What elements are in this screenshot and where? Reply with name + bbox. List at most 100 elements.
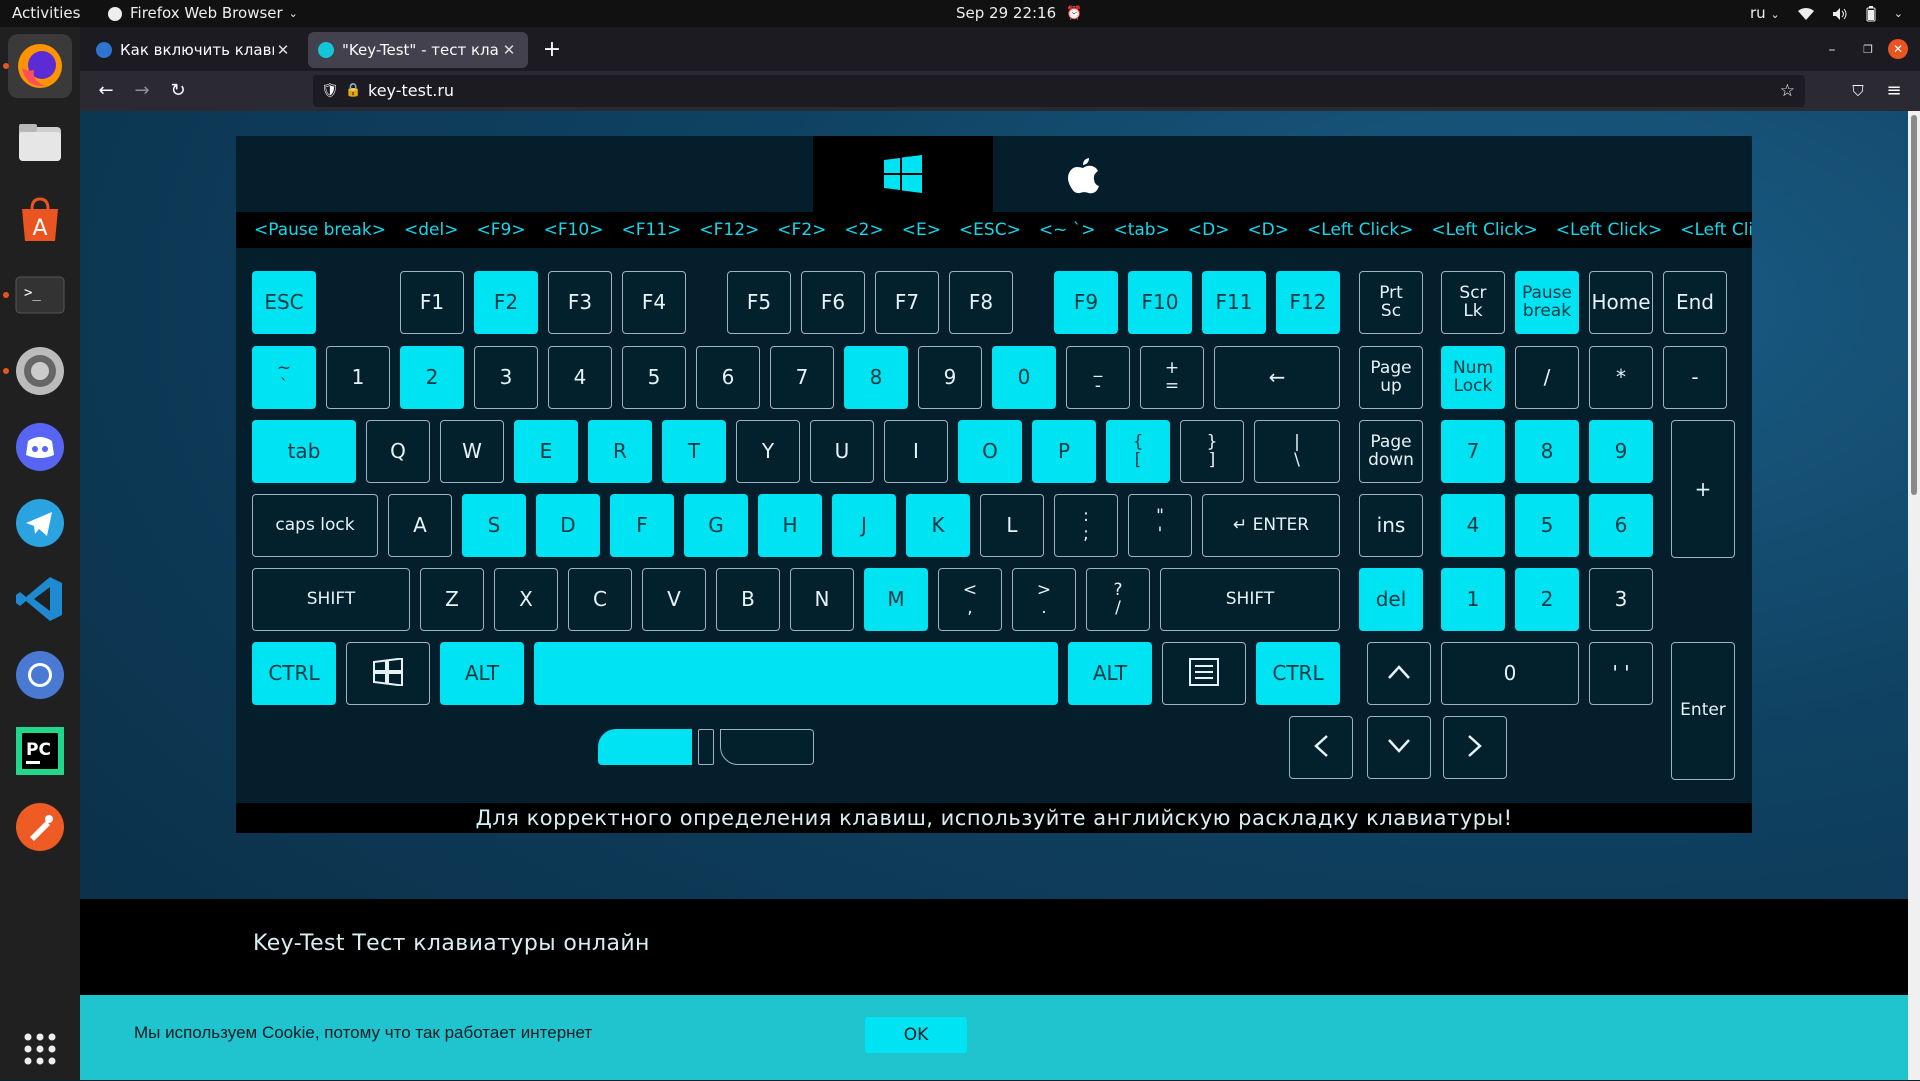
key-e[interactable]: E [514,420,578,483]
key-np8[interactable]: 8 [1515,420,1579,483]
key-f8[interactable]: F8 [949,271,1013,334]
key-npsub[interactable]: - [1663,346,1727,409]
key-t[interactable]: T [662,420,726,483]
key-space[interactable] [534,642,1058,705]
key-k9[interactable]: 9 [918,346,982,409]
key-equal[interactable]: + = [1140,346,1204,409]
key-rbrace[interactable]: } ] [1180,420,1244,483]
dock-app-center[interactable]: A [8,187,72,251]
key-k1[interactable]: 1 [326,346,390,409]
key-home[interactable]: Home [1589,271,1653,334]
key-f[interactable]: F [610,494,674,557]
lock-icon[interactable]: 🔒 [345,75,361,107]
tab-key-test[interactable]: "Key-Test" - тест клавиатуры ✕ [308,32,528,68]
key-win[interactable] [346,642,430,705]
key-rctrl[interactable]: CTRL [1256,642,1340,705]
key-w[interactable]: W [440,420,504,483]
key-prtsc[interactable]: Prt Sc [1359,271,1423,334]
key-quote[interactable]: " ' [1128,494,1192,557]
key-f5[interactable]: F5 [727,271,791,334]
key-pause[interactable]: Pause break [1515,271,1579,334]
key-backslash[interactable]: | \ [1254,420,1340,483]
key-i[interactable]: I [884,420,948,483]
app-menu[interactable]: Firefox Web Browser ⌄ [108,0,298,27]
forward-arrow-icon[interactable]: → [126,75,158,107]
key-del[interactable]: del [1359,568,1423,631]
key-pgup[interactable]: Page up [1359,346,1423,409]
key-enter[interactable]: ↵ ENTER [1202,494,1340,557]
key-f6[interactable]: F6 [801,271,865,334]
activities-button[interactable]: Activities [12,0,80,27]
page-scrollbar[interactable] [1908,111,1920,1080]
key-f12[interactable]: F12 [1276,271,1340,334]
key-np7[interactable]: 7 [1441,420,1505,483]
key-tilde[interactable]: ~ ` [252,346,316,409]
key-z[interactable]: Z [420,568,484,631]
key-g[interactable]: G [684,494,748,557]
tab-mac-layout[interactable] [993,136,1173,212]
pocket-icon[interactable]: ⛉ [1842,75,1874,107]
dock-pycharm[interactable]: PC [8,719,72,783]
key-x[interactable]: X [494,568,558,631]
key-npenter[interactable]: Enter [1671,642,1735,780]
key-npdot[interactable]: ' ' [1589,642,1653,705]
key-k[interactable]: K [906,494,970,557]
dock-settings[interactable] [8,339,72,403]
key-lshift[interactable]: SHIFT [252,568,410,631]
key-down[interactable] [1367,716,1431,779]
key-rshift[interactable]: SHIFT [1160,568,1340,631]
dock-chromium[interactable] [8,643,72,707]
key-k0[interactable]: 0 [992,346,1056,409]
key-f9[interactable]: F9 [1054,271,1118,334]
dock-postman[interactable] [8,795,72,859]
key-tab[interactable]: tab [252,420,356,483]
key-k7[interactable]: 7 [770,346,834,409]
key-lalt[interactable]: ALT [440,642,524,705]
key-npdiv[interactable]: / [1515,346,1579,409]
restore-window-icon[interactable]: ❐ [1856,34,1880,66]
key-np9[interactable]: 9 [1589,420,1653,483]
key-np3[interactable]: 3 [1589,568,1653,631]
key-np2[interactable]: 2 [1515,568,1579,631]
key-f2[interactable]: F2 [474,271,538,334]
dock-telegram[interactable] [8,491,72,555]
key-up[interactable] [1367,642,1431,705]
dock-show-apps[interactable] [8,1017,72,1081]
key-v[interactable]: V [642,568,706,631]
key-k5[interactable]: 5 [622,346,686,409]
key-f4[interactable]: F4 [622,271,686,334]
clock[interactable]: Sep 29 22:16 ⏰ [956,0,1082,27]
key-numlock[interactable]: Num Lock [1441,346,1505,409]
key-a[interactable]: A [388,494,452,557]
key-l[interactable]: L [980,494,1044,557]
key-f7[interactable]: F7 [875,271,939,334]
tracking-protection-shield-icon[interactable]: 🛡 [321,75,339,107]
key-c[interactable]: C [568,568,632,631]
close-tab-icon[interactable]: ✕ [500,41,518,59]
key-r[interactable]: R [588,420,652,483]
key-y[interactable]: Y [736,420,800,483]
key-b[interactable]: B [716,568,780,631]
key-f11[interactable]: F11 [1202,271,1266,334]
new-tab-icon[interactable]: + [536,34,568,66]
url-bar[interactable]: 🛡 🔒 key-test.ru ☆ [313,75,1805,107]
back-arrow-icon[interactable]: ← [90,75,122,107]
key-o[interactable]: O [958,420,1022,483]
key-left[interactable] [1289,716,1353,779]
key-h[interactable]: H [758,494,822,557]
key-esc[interactable]: ESC [252,271,316,334]
key-np0[interactable]: 0 [1441,642,1579,705]
scrollbar-thumb[interactable] [1911,115,1917,495]
key-n[interactable]: N [790,568,854,631]
hamburger-menu-icon[interactable]: ≡ [1878,75,1910,107]
tab-how-to-enable-key[interactable]: Как включить клавишу Win ✕ [86,32,302,68]
key-p[interactable]: P [1032,420,1096,483]
system-tray[interactable]: ru ⌄ ⌄ [1750,0,1903,27]
minimize-window-icon[interactable]: – [1820,34,1844,66]
key-k6[interactable]: 6 [696,346,760,409]
key-scrlk[interactable]: Scr Lk [1441,271,1505,334]
key-slash[interactable]: ? / [1086,568,1150,631]
tab-windows-layout[interactable] [813,136,993,212]
language-indicator[interactable]: ru ⌄ [1750,0,1780,28]
dock-vscode[interactable] [8,567,72,631]
